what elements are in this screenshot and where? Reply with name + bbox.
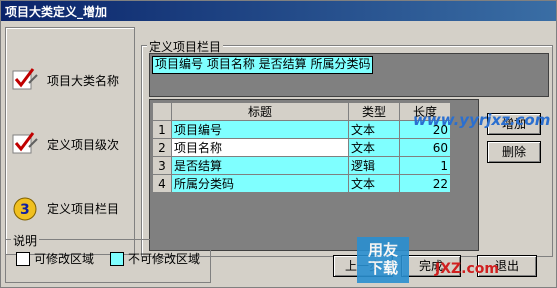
- header-title: 标题: [171, 102, 349, 121]
- title-bar: 项目大类定义_增加: [1, 1, 556, 21]
- watermark-logo-text: 用友下载: [367, 241, 398, 277]
- check-pencil-icon: [12, 132, 38, 154]
- step-label: 定义项目栏目: [47, 202, 120, 216]
- cell-type: 文本: [348, 174, 400, 193]
- table-row[interactable]: 4 所属分类码 文本 22: [152, 174, 451, 193]
- cell-title: 所属分类码: [171, 174, 349, 193]
- dialog-window: 项目大类定义_增加 项目大类名称 定义项目级次 3 定义项目栏目 定义项目栏目 …: [0, 0, 557, 288]
- row-number: 2: [152, 138, 172, 157]
- step-define-levels[interactable]: 定义项目级次: [11, 129, 131, 159]
- window-title: 项目大类定义_增加: [5, 5, 108, 19]
- table-row[interactable]: 2 项目名称 文本 60: [152, 138, 451, 157]
- cell-length[interactable]: 60: [399, 138, 451, 157]
- cell-type: 文本: [348, 138, 400, 157]
- step-label: 定义项目级次: [47, 138, 120, 152]
- cell-type: 逻辑: [348, 156, 400, 175]
- columns-table: 标题 类型 长度 1 项目编号 文本 20 2 项目名称 文本 60 3 是否结…: [152, 102, 451, 193]
- step-category-name[interactable]: 项目大类名称: [11, 65, 131, 95]
- step-label: 项目大类名称: [47, 74, 120, 88]
- row-number: 3: [152, 156, 172, 175]
- column-chips: 项目编号 项目名称 是否结算 所属分类码: [152, 56, 374, 74]
- editable-label: 可修改区域: [34, 252, 95, 266]
- cell-title: 是否结算: [171, 156, 349, 175]
- readonly-label: 不可修改区域: [128, 252, 201, 266]
- editable-swatch: [16, 252, 30, 266]
- cell-length[interactable]: 1: [399, 156, 451, 175]
- cell-length[interactable]: 22: [399, 174, 451, 193]
- legend-title: 说明: [11, 232, 40, 249]
- column-order-strip: 项目编号 项目名称 是否结算 所属分类码: [149, 53, 549, 97]
- watermark-corner: JXZ.com: [435, 261, 499, 277]
- cell-title[interactable]: 项目名称: [171, 138, 349, 157]
- cell-type: 文本: [348, 120, 400, 139]
- table-header-row: 标题 类型 长度: [152, 102, 451, 121]
- table-row[interactable]: 1 项目编号 文本 20: [152, 120, 451, 139]
- svg-text:3: 3: [20, 202, 30, 218]
- step-define-columns[interactable]: 3 定义项目栏目: [11, 193, 131, 223]
- row-number: 4: [152, 174, 172, 193]
- watermark-site: www.yyrjxz.com: [413, 111, 551, 129]
- row-number-header: [152, 102, 172, 121]
- cell-title: 项目编号: [171, 120, 349, 139]
- delete-button[interactable]: 删除: [487, 141, 541, 163]
- header-type: 类型: [348, 102, 400, 121]
- watermark-logo-box: 用友下载: [357, 237, 409, 283]
- step-3-icon: 3: [13, 197, 37, 221]
- readonly-swatch: [110, 252, 124, 266]
- row-number: 1: [152, 120, 172, 139]
- check-pencil-icon: [12, 68, 38, 90]
- table-row[interactable]: 3 是否结算 逻辑 1: [152, 156, 451, 175]
